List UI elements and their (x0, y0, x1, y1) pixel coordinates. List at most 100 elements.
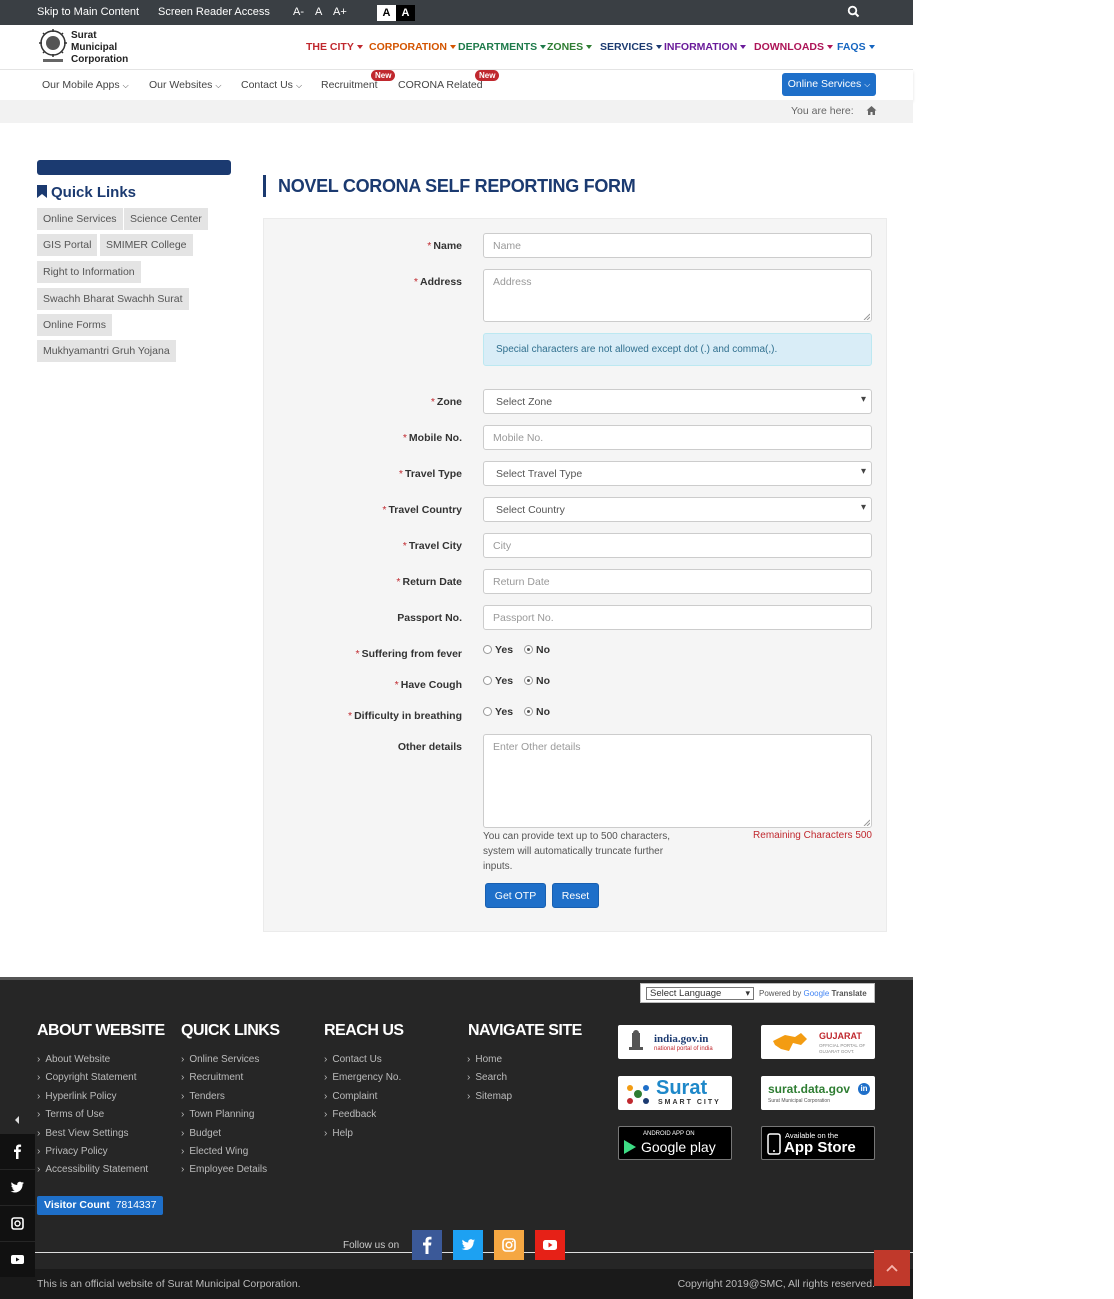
footer-link[interactable]: About Website (37, 1054, 110, 1065)
contrast-light-button[interactable]: A (377, 5, 396, 21)
surat-smart-city-badge[interactable]: Surat SMART CITY (618, 1076, 732, 1110)
return-date-input[interactable]: Return Date (483, 569, 872, 594)
get-otp-button[interactable]: Get OTP (485, 883, 546, 908)
footer-link[interactable]: Tenders (181, 1091, 225, 1102)
footer-link[interactable]: Hyperlink Policy (37, 1091, 116, 1102)
footer-bottom-bar: This is an official website of Surat Mun… (0, 1269, 913, 1299)
recruitment-link[interactable]: Recruitment (321, 79, 378, 91)
footer-link[interactable]: Home (467, 1054, 502, 1065)
surat-smart-text: Surat (656, 1077, 708, 1099)
font-increase-button[interactable]: A+ (333, 6, 347, 18)
footer-link[interactable]: Online Services (181, 1054, 259, 1065)
app-store-badge[interactable]: Available on the App Store (761, 1126, 875, 1160)
skip-to-main-link[interactable]: Skip to Main Content (37, 6, 139, 18)
passport-input[interactable]: Passport No. (483, 605, 872, 630)
screen-reader-link[interactable]: Screen Reader Access (158, 6, 270, 18)
footer-link[interactable]: Emergency No. (324, 1072, 401, 1083)
footer-link[interactable]: Budget (181, 1128, 221, 1139)
india-gov-badge[interactable]: india.gov.in national portal of india (618, 1025, 732, 1059)
nav-the-city[interactable]: THE CITY (306, 41, 363, 53)
quick-link-item[interactable]: Mukhyamantri Gruh Yojana (37, 340, 176, 362)
copyright-notice: Copyright 2019@SMC, All rights reserved. (677, 1278, 875, 1290)
sidebar-facebook-button[interactable] (0, 1134, 35, 1169)
footer-link[interactable]: Best View Settings (37, 1128, 128, 1139)
twitter-button[interactable] (453, 1230, 483, 1260)
nav-downloads[interactable]: DOWNLOADS (754, 41, 833, 53)
travel-country-select[interactable]: Select Country (483, 497, 872, 522)
contrast-dark-button[interactable]: A (396, 5, 415, 21)
footer-link[interactable]: Copyright Statement (37, 1072, 136, 1083)
travel-type-select[interactable]: Select Travel Type (483, 461, 872, 486)
character-limit-hint: You can provide text up to 500 character… (483, 831, 670, 872)
back-to-top-button[interactable] (874, 1250, 910, 1286)
sidebar-twitter-button[interactable] (0, 1170, 35, 1205)
cough-no-radio[interactable]: No (524, 675, 550, 687)
our-mobile-apps-menu[interactable]: Our Mobile Apps ⌵ (42, 79, 129, 91)
home-icon[interactable] (866, 105, 877, 116)
contact-us-menu[interactable]: Contact Us ⌵ (241, 79, 302, 91)
online-services-button[interactable]: Online Services ⌵ (782, 73, 876, 96)
quick-link-item[interactable]: GIS Portal (37, 234, 98, 256)
other-details-textarea[interactable]: Enter Other details (483, 734, 872, 828)
reset-button[interactable]: Reset (552, 883, 599, 908)
nav-label: DOWNLOADS (754, 41, 824, 53)
footer-link[interactable]: Contact Us (324, 1054, 381, 1065)
breathing-no-radio[interactable]: No (524, 706, 550, 718)
fever-no-radio[interactable]: No (524, 644, 550, 656)
language-select[interactable]: Select Language (646, 987, 754, 1000)
footer-link[interactable]: Privacy Policy (37, 1146, 107, 1157)
nav-zones[interactable]: ZONES (547, 41, 593, 53)
quick-link-item[interactable]: SMIMER College (100, 234, 193, 256)
footer-link[interactable]: Town Planning (181, 1109, 254, 1120)
site-logo-text[interactable]: Surat Municipal Corporation (71, 30, 128, 66)
footer-link[interactable]: Search (467, 1072, 507, 1083)
quick-link-item[interactable]: Online Services (37, 208, 123, 230)
corona-related-link[interactable]: CORONA Related (398, 79, 483, 91)
breathing-yes-radio[interactable]: Yes (483, 706, 513, 718)
sidebar-youtube-button[interactable] (0, 1242, 35, 1277)
footer-link[interactable]: Accessibility Statement (37, 1164, 148, 1175)
facebook-button[interactable] (412, 1230, 442, 1260)
nav-departments[interactable]: DEPARTMENTS (458, 41, 547, 53)
nav-services[interactable]: SERVICES (600, 41, 662, 53)
sidebar-instagram-button[interactable] (0, 1206, 35, 1241)
google-play-badge[interactable]: ANDROID APP ON Google play (618, 1126, 732, 1160)
mobile-input[interactable]: Mobile No. (483, 425, 872, 450)
footer-link[interactable]: Recruitment (181, 1072, 243, 1083)
resize-handle-icon[interactable] (863, 313, 870, 320)
footer-link[interactable]: Feedback (324, 1109, 376, 1120)
quick-link-item[interactable]: Online Forms (37, 314, 113, 336)
footer-link[interactable]: Help (324, 1128, 353, 1139)
nav-information[interactable]: INFORMATION (664, 41, 747, 53)
nav-faqs[interactable]: FAQS (837, 41, 875, 53)
footer-link[interactable]: Elected Wing (181, 1146, 248, 1157)
quick-links-heading: Quick Links (37, 184, 136, 201)
our-websites-menu[interactable]: Our Websites ⌵ (149, 79, 222, 91)
surat-data-gov-badge[interactable]: surat.data.gov in Surat Municipal Corpor… (761, 1076, 875, 1110)
travel-city-input[interactable]: City (483, 533, 872, 558)
chevron-down-icon: ⌵ (215, 81, 222, 90)
footer-link[interactable]: Employee Details (181, 1164, 267, 1175)
font-normal-button[interactable]: A (315, 6, 322, 18)
quick-link-item[interactable]: Right to Information (37, 261, 141, 283)
fever-yes-radio[interactable]: Yes (483, 644, 513, 656)
font-decrease-button[interactable]: A- (293, 6, 304, 18)
nav-corporation[interactable]: CORPORATION (369, 41, 456, 53)
name-input[interactable]: Name (483, 233, 872, 258)
youtube-button[interactable] (535, 1230, 565, 1260)
address-textarea[interactable]: Address (483, 269, 872, 322)
footer-link[interactable]: Complaint (324, 1091, 377, 1102)
resize-handle-icon[interactable] (863, 819, 870, 826)
cough-yes-radio[interactable]: Yes (483, 675, 513, 687)
search-icon[interactable] (847, 5, 861, 19)
quick-link-item[interactable]: Swachh Bharat Swachh Surat (37, 288, 189, 310)
zone-select[interactable]: Select Zone (483, 389, 872, 414)
new-badge: New (475, 70, 500, 81)
footer-link[interactable]: Terms of Use (37, 1109, 104, 1120)
footer-link[interactable]: Sitemap (467, 1091, 512, 1102)
social-sidebar-toggle[interactable] (0, 1106, 35, 1134)
smc-emblem-icon[interactable] (37, 28, 69, 64)
quick-link-item[interactable]: Science Center (124, 208, 208, 230)
instagram-button[interactable] (494, 1230, 524, 1260)
gujarat-portal-badge[interactable]: GUJARAT OFFICIAL PORTAL OF GUJARAT GOVT. (761, 1025, 875, 1059)
